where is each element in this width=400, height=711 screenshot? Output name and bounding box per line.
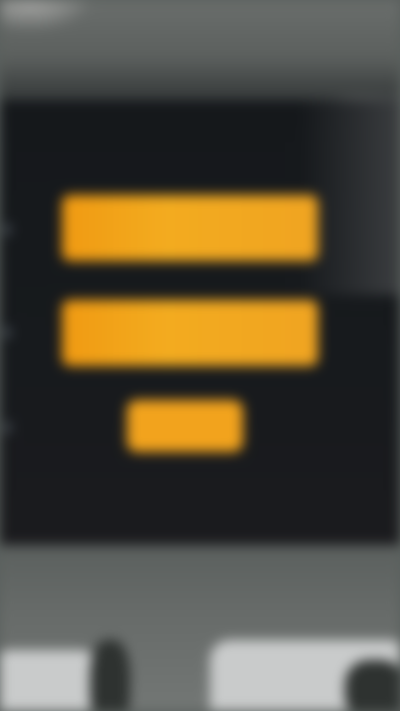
monitor-bezel-edge (300, 95, 400, 295)
blurred-photo-scene: ▮ ▮ ▮ (0, 0, 400, 711)
field-icon: ▮ (4, 420, 12, 435)
username-field[interactable] (62, 195, 318, 261)
top-left-glare (0, 0, 90, 30)
field-icon: ▮ (4, 222, 12, 237)
desk-paper-left (0, 650, 100, 711)
password-field[interactable] (62, 300, 318, 366)
desk-object (90, 640, 130, 711)
desk-object-right (345, 660, 400, 711)
secondary-link[interactable] (280, 412, 390, 448)
login-button[interactable] (127, 400, 243, 452)
field-icon: ▮ (4, 325, 12, 340)
